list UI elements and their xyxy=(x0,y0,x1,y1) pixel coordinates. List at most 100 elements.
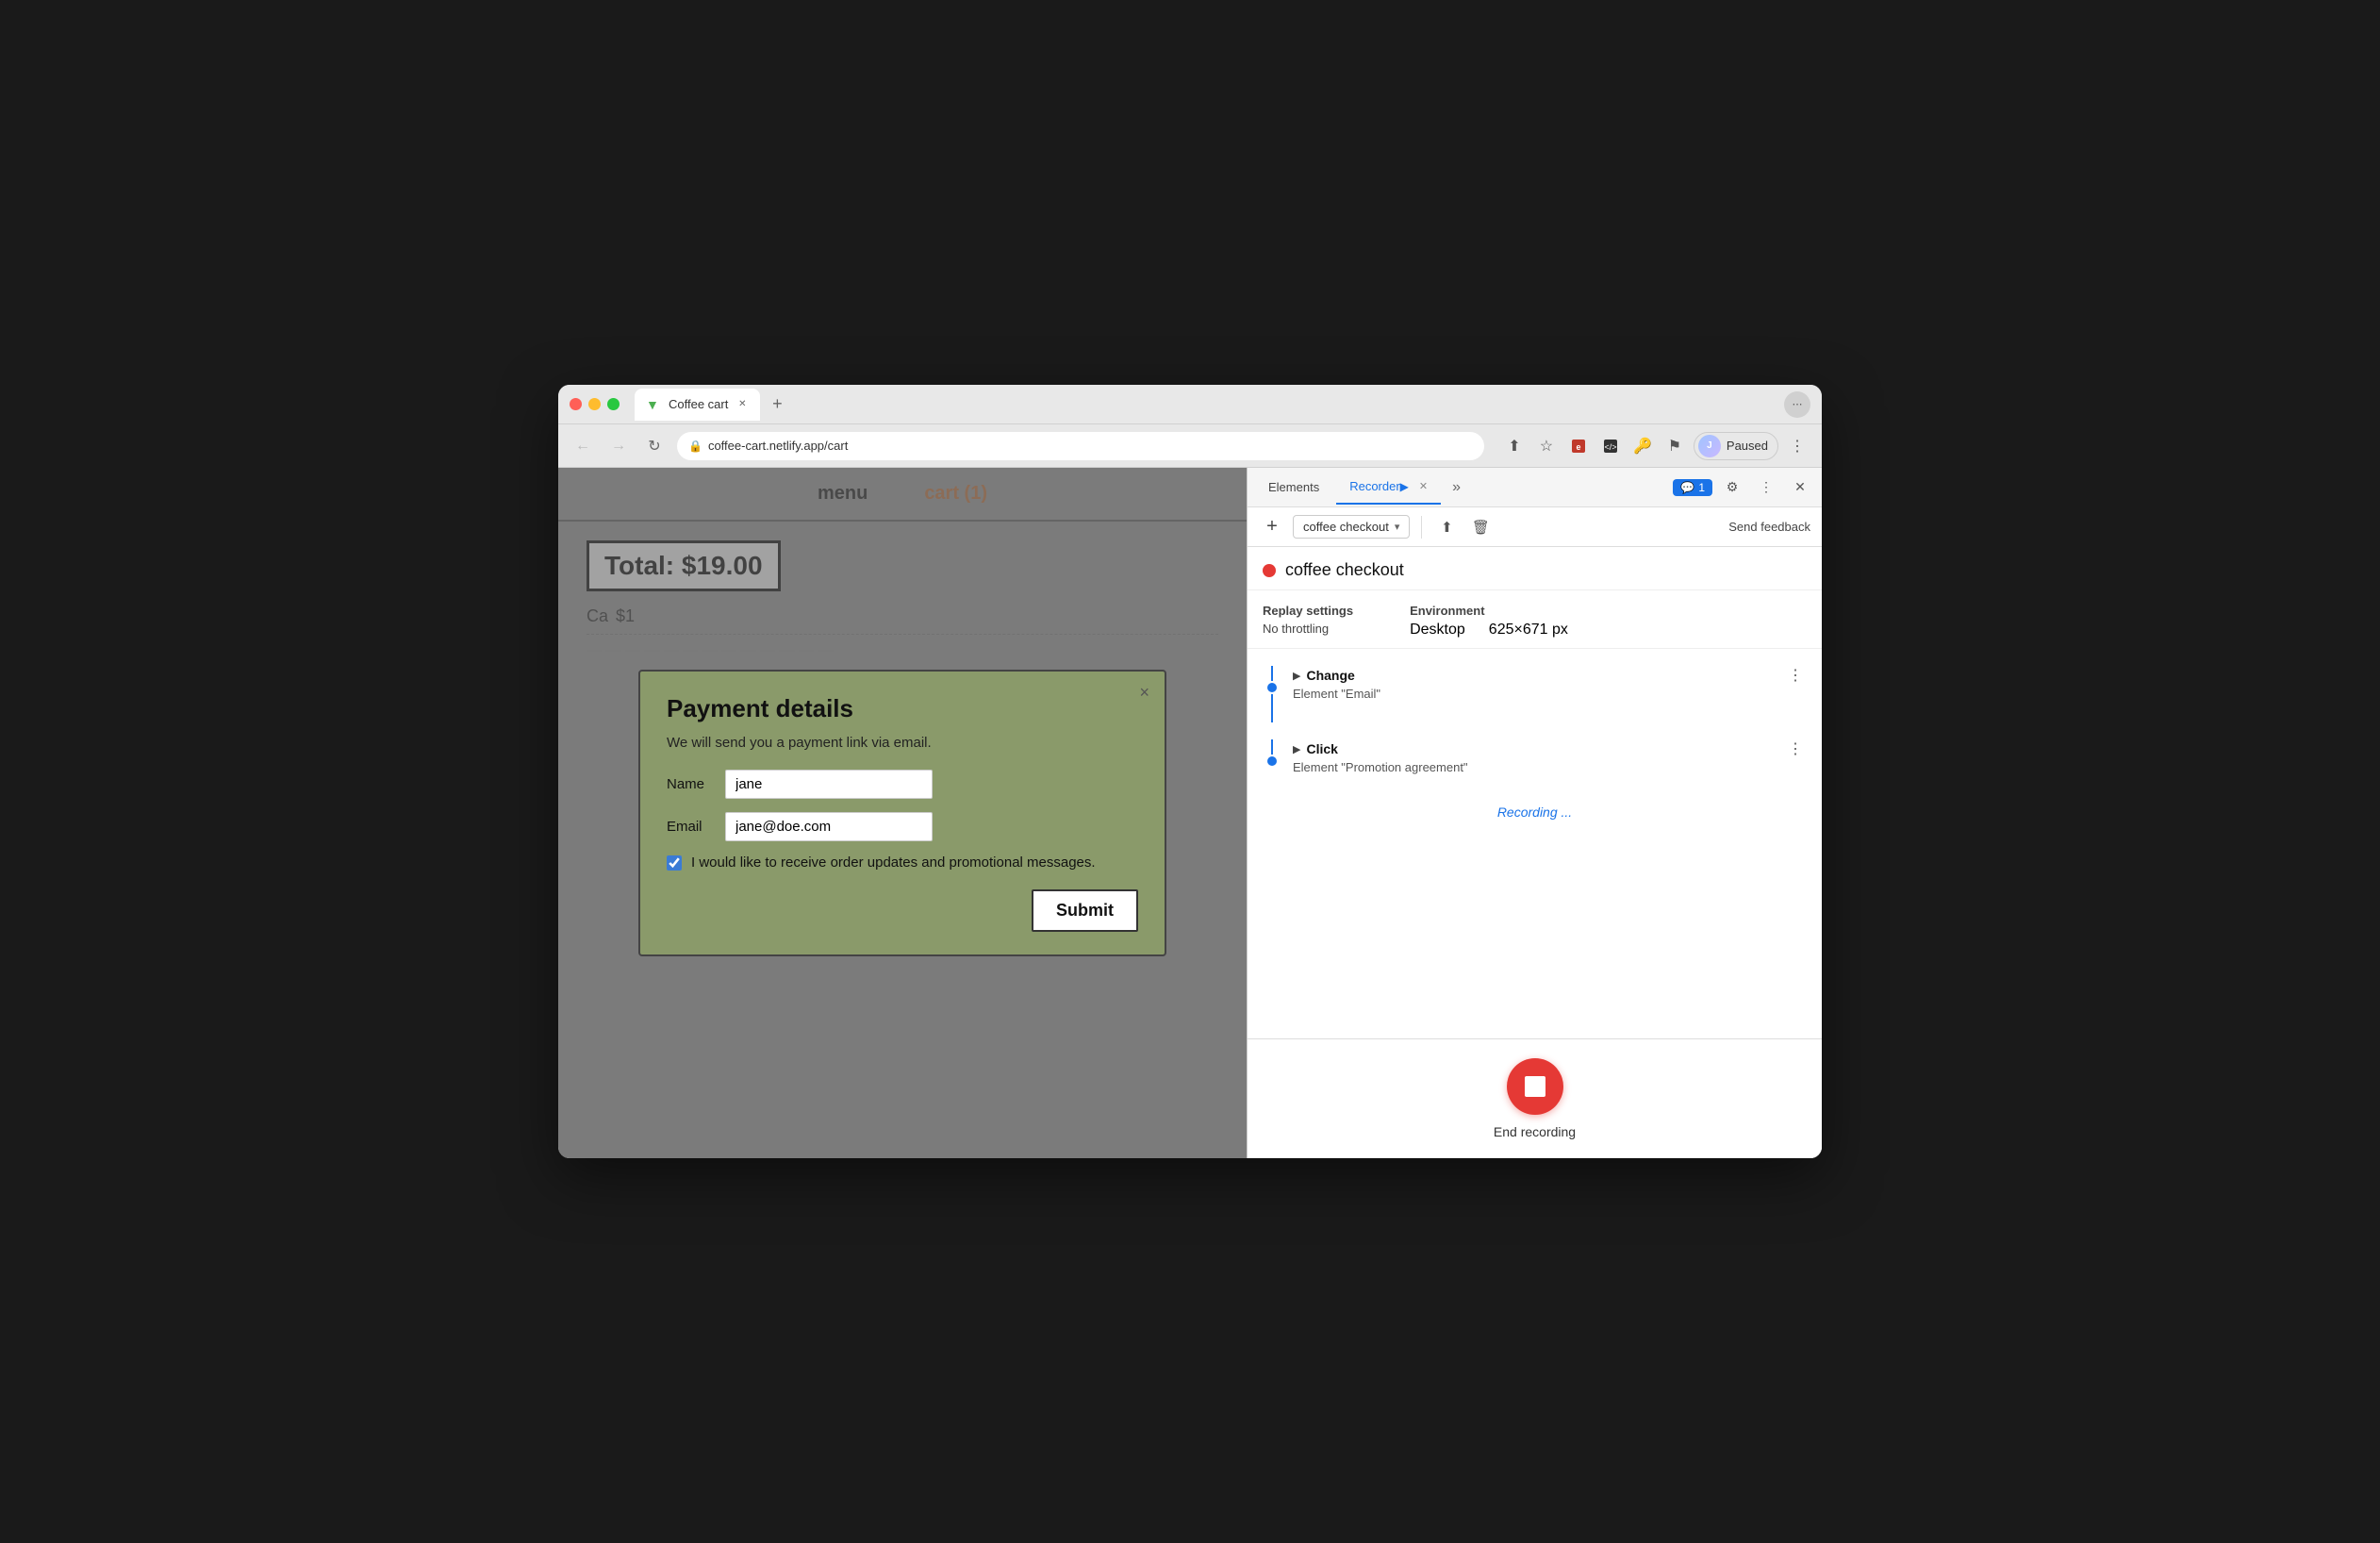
extension-icon-1[interactable]: e xyxy=(1565,433,1592,459)
events-list: ▶ Change ⋮ Element "Email" xyxy=(1248,649,1822,789)
event-element-1: Element "Email" xyxy=(1293,687,1807,701)
dimensions-label: 625×671 px xyxy=(1489,622,1568,639)
share-icon[interactable]: ⬆ xyxy=(1501,433,1528,459)
customize-chrome-button[interactable]: ⋯ xyxy=(1784,391,1810,418)
event-dot-1 xyxy=(1267,683,1277,692)
send-feedback-link[interactable]: Send feedback xyxy=(1728,520,1810,534)
submit-button[interactable]: Submit xyxy=(1032,889,1138,932)
main-content: menu cart (1) Total: $19.00 Ca $1 — — — … xyxy=(558,468,1822,1158)
promotion-checkbox[interactable] xyxy=(667,855,682,871)
tab-favicon: ▼ xyxy=(646,397,661,412)
devtools-close-button[interactable]: ✕ xyxy=(1786,473,1814,502)
forward-button[interactable]: → xyxy=(605,433,632,459)
chat-icon: 💬 xyxy=(1680,481,1694,494)
toolbar-icons: ⬆ ☆ e </> 🔑 ⚑ J Paused ⋮ xyxy=(1501,432,1810,460)
environment-value-row: Desktop 625×671 px xyxy=(1410,622,1568,639)
email-input[interactable] xyxy=(725,812,933,841)
webpage-panel: menu cart (1) Total: $19.00 Ca $1 — — — … xyxy=(558,468,1247,1158)
window-controls-right: ⋯ xyxy=(1784,391,1810,418)
desktop-label: Desktop xyxy=(1410,622,1465,639)
extension-icon-2[interactable]: </> xyxy=(1597,433,1624,459)
event-line-top-1 xyxy=(1271,666,1273,681)
no-throttling-value: No throttling xyxy=(1263,622,1353,636)
recorder-toolbar: + coffee checkout ▾ ⬆ 🗑 Send feedback xyxy=(1248,507,1822,547)
svg-text:</>: </> xyxy=(1604,442,1616,452)
maximize-traffic-light[interactable] xyxy=(607,398,620,410)
export-button[interactable]: ⬆ xyxy=(1433,514,1460,540)
name-input[interactable] xyxy=(725,770,933,799)
payment-modal: × Payment details We will send you a pay… xyxy=(638,670,1166,956)
expand-arrow-1: ▶ xyxy=(1293,670,1300,682)
modal-title: Payment details xyxy=(667,694,1138,723)
recorder-tab-recording-icon: ▶ xyxy=(1400,480,1409,493)
modal-footer: Submit xyxy=(667,889,1138,932)
extension-icon-4[interactable]: ⚑ xyxy=(1661,433,1688,459)
extension-icon-3[interactable]: 🔑 xyxy=(1629,433,1656,459)
more-button[interactable]: ⋮ xyxy=(1784,433,1810,459)
recorder-content[interactable]: coffee checkout Replay settings No throt… xyxy=(1248,547,1822,1038)
delete-icon: 🗑 xyxy=(1472,519,1490,536)
event-more-button-1[interactable]: ⋮ xyxy=(1784,664,1807,687)
export-icon: ⬆ xyxy=(1441,519,1453,536)
devtools-more-button[interactable]: » xyxy=(1445,479,1468,496)
lock-icon: 🔒 xyxy=(688,440,702,453)
event-body-2: ▶ Click ⋮ Element "Promotion agreement" xyxy=(1293,738,1807,774)
event-line-bottom-1 xyxy=(1271,694,1273,722)
add-recording-button[interactable]: + xyxy=(1259,514,1285,540)
devtools-settings-button[interactable]: ⚙ xyxy=(1718,473,1746,502)
recorder-tab-close[interactable]: ✕ xyxy=(1419,480,1428,492)
url-text: coffee-cart.netlify.app/cart xyxy=(708,439,1473,453)
modal-overlay: × Payment details We will send you a pay… xyxy=(558,468,1247,1158)
chat-badge[interactable]: 💬 1 xyxy=(1673,479,1712,496)
event-element-2: Element "Promotion agreement" xyxy=(1293,760,1807,774)
end-recording-area: End recording xyxy=(1248,1038,1822,1158)
event-change: ▶ Change ⋮ Element "Email" xyxy=(1248,656,1822,730)
elements-tab-label: Elements xyxy=(1268,480,1319,494)
environment-label: Environment xyxy=(1410,604,1568,618)
address-bar: ← → ↻ 🔒 coffee-cart.netlify.app/cart ⬆ ☆… xyxy=(558,424,1822,468)
toolbar-separator xyxy=(1421,516,1422,539)
browser-tab[interactable]: ▼ Coffee cart ✕ xyxy=(635,389,760,421)
checkbox-row: I would like to receive order updates an… xyxy=(667,854,1138,871)
event-timeline-1 xyxy=(1263,666,1281,722)
address-input[interactable]: 🔒 coffee-cart.netlify.app/cart xyxy=(677,432,1484,460)
event-body-1: ▶ Change ⋮ Element "Email" xyxy=(1293,664,1807,701)
devtools-right-icons: 💬 1 ⚙ ⋮ ✕ xyxy=(1673,473,1814,502)
new-tab-button[interactable]: + xyxy=(764,391,790,418)
profile-button[interactable]: J Paused xyxy=(1694,432,1778,460)
recording-title-row: coffee checkout xyxy=(1248,547,1822,590)
event-line-top-2 xyxy=(1271,739,1273,755)
checkbox-label[interactable]: I would like to receive order updates an… xyxy=(691,854,1096,871)
replay-settings-group: Replay settings No throttling xyxy=(1263,604,1353,639)
close-traffic-light[interactable] xyxy=(570,398,582,410)
recording-status-dot xyxy=(1263,564,1276,577)
minimize-traffic-light[interactable] xyxy=(588,398,601,410)
devtools-more-options[interactable]: ⋮ xyxy=(1752,473,1780,502)
recorder-tab-label: Recorder xyxy=(1349,479,1399,493)
modal-close-button[interactable]: × xyxy=(1139,683,1149,703)
end-recording-button[interactable] xyxy=(1507,1058,1563,1115)
delete-button[interactable]: 🗑 xyxy=(1467,514,1494,540)
event-type-2: Click xyxy=(1306,741,1337,756)
reload-button[interactable]: ↻ xyxy=(641,433,668,459)
event-header-1[interactable]: ▶ Change ⋮ xyxy=(1293,664,1807,687)
email-label: Email xyxy=(667,819,714,835)
replay-settings-row: Replay settings No throttling Environmen… xyxy=(1248,590,1822,649)
tab-bar: ▼ Coffee cart ✕ + xyxy=(635,389,1777,421)
tab-close-button[interactable]: ✕ xyxy=(735,398,749,411)
bookmark-icon[interactable]: ☆ xyxy=(1533,433,1560,459)
paused-label: Paused xyxy=(1727,439,1768,453)
event-header-2[interactable]: ▶ Click ⋮ xyxy=(1293,738,1807,760)
event-type-1: Change xyxy=(1306,668,1354,683)
title-bar: ▼ Coffee cart ✕ + ⋯ xyxy=(558,385,1822,424)
recording-select[interactable]: coffee checkout ▾ xyxy=(1293,515,1410,539)
back-button[interactable]: ← xyxy=(570,433,596,459)
event-more-button-2[interactable]: ⋮ xyxy=(1784,738,1807,760)
tab-label: Coffee cart xyxy=(669,397,728,411)
browser-window: ▼ Coffee cart ✕ + ⋯ ← → ↻ 🔒 coffee-cart.… xyxy=(558,385,1822,1158)
avatar: J xyxy=(1698,435,1721,457)
event-timeline-2 xyxy=(1263,739,1281,768)
chevron-down-icon: ▾ xyxy=(1395,521,1400,533)
tab-elements[interactable]: Elements xyxy=(1255,471,1332,505)
tab-recorder[interactable]: Recorder ▶ ✕ xyxy=(1336,471,1441,505)
